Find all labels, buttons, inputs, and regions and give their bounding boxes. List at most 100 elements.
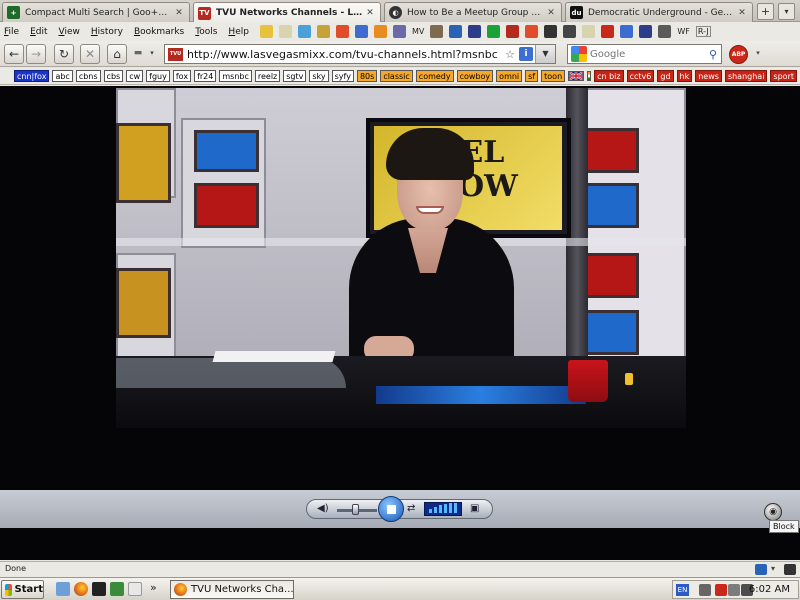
bookmark-icon[interactable] [430,25,444,38]
channel-cn-biz[interactable]: cn biz [594,70,624,82]
bookmark-icon[interactable] [259,25,273,38]
volume-slider-handle[interactable] [352,504,359,515]
app-icon[interactable] [128,582,142,596]
channel-omni[interactable]: omni [496,70,523,82]
bookmark-mv[interactable]: MV [412,27,424,36]
close-icon[interactable]: ✕ [736,7,748,19]
channel-msnbc[interactable]: msnbc [219,70,252,82]
channel-hk[interactable]: hk [676,70,693,82]
channel-reelz[interactable]: reelz [254,70,281,82]
language-indicator[interactable]: EN [676,584,689,596]
menu-tools[interactable]: Tools [195,27,217,37]
fullscreen-icon[interactable]: ▣ [470,503,479,514]
terminal-icon[interactable] [92,582,106,596]
quicklaunch-chevron-icon[interactable]: » [150,581,157,594]
google-icon[interactable] [571,46,587,62]
firefox-icon[interactable] [74,582,88,596]
chevron-down-icon[interactable]: ▾ [752,44,764,64]
channel-classic[interactable]: classic [380,70,413,82]
stop-button[interactable]: ✕ [80,44,100,64]
addon-icon[interactable] [784,564,796,575]
channel-fr24[interactable]: fr24 [194,70,217,82]
taskbar-item-firefox[interactable]: TVU Networks Cha... [170,580,294,599]
reload-button[interactable]: ↻ [54,44,74,64]
channel-cowboy[interactable]: cowboy [456,70,494,82]
channel-abc[interactable]: abc [52,70,73,82]
channel-fguy[interactable]: fguy [146,70,170,82]
url-input[interactable] [187,47,503,61]
new-tab-button[interactable]: + [757,3,774,20]
player-options-button[interactable]: ◉ [764,503,782,521]
search-icon[interactable]: ⚲ [705,48,721,61]
close-icon[interactable]: ✕ [364,7,376,19]
url-bar[interactable]: TVU ☆ i ▼ [164,44,556,64]
search-bar[interactable]: ⚲ [567,44,722,64]
close-icon[interactable]: ✕ [545,7,557,19]
channel-news[interactable]: news [695,70,722,82]
shuffle-icon[interactable]: ⇄ [407,503,415,514]
india-flag-icon[interactable] [587,71,592,81]
url-dropdown-button[interactable]: ▼ [535,45,555,63]
bookmark-icon[interactable] [601,25,615,38]
forward-button[interactable]: → [26,44,46,64]
keyboard-icon[interactable] [699,584,711,596]
minus-icon[interactable]: ▬ [131,44,145,64]
bookmark-icon[interactable] [354,25,368,38]
clock[interactable]: 6:02 AM [749,584,790,595]
bookmark-icon[interactable] [297,25,311,38]
bookmark-rj[interactable]: R-J [695,26,711,37]
network-icon[interactable] [728,584,740,596]
bookmark-icon[interactable] [658,25,672,38]
adblock-button[interactable]: ABP [729,45,748,64]
tvu-icon[interactable] [506,25,520,38]
tab-list-button[interactable]: ▾ [778,3,795,20]
channel-toon[interactable]: toon [541,70,566,82]
channel-sky[interactable]: sky [309,70,329,82]
menu-bookmarks[interactable]: Bookmarks [134,27,184,37]
tab-meetup[interactable]: ◐ How to Be a Meetup Group Organi... ✕ [384,2,562,22]
tray-app-icon[interactable] [715,584,727,596]
search-input[interactable] [590,48,705,60]
stop-button[interactable] [378,496,404,522]
video-player[interactable]: HEL DOW [116,88,686,428]
channel-cbns[interactable]: cbns [75,70,101,82]
block-button[interactable]: Block [769,520,799,533]
uk-flag-icon[interactable] [568,71,585,81]
bookmark-icon[interactable] [487,25,501,38]
app-icon[interactable] [110,582,124,596]
bookmark-icon[interactable] [392,25,406,38]
tab-tvu-networks[interactable]: TV TVU Networks Channels - Liv... ✕ [193,2,381,23]
bookmark-icon[interactable] [449,25,463,38]
channel-syfy[interactable]: syfy [331,70,354,82]
show-desktop-icon[interactable] [56,582,70,596]
channel-sgtv[interactable]: sgtv [283,70,307,82]
back-button[interactable]: ← [4,44,24,64]
channel-shanghai[interactable]: shanghai [724,70,768,82]
home-button[interactable]: ⌂ [107,44,127,64]
tab-compact-multi-search[interactable]: + Compact Multi Search | Goo++ Go... ✕ [2,2,190,22]
bookmark-icon[interactable] [335,25,349,38]
bookmark-star-icon[interactable]: ☆ [503,48,517,61]
menu-view[interactable]: View [59,27,80,37]
channel-fox[interactable]: fox [172,70,192,82]
bookmark-icon[interactable] [563,25,577,38]
bars-icon[interactable] [544,25,558,38]
bookmark-icon[interactable] [278,25,292,38]
bookmark-wf[interactable]: WF [677,27,690,36]
close-icon[interactable]: ✕ [173,7,185,19]
channel-comedy[interactable]: comedy [415,70,454,82]
menu-file[interactable]: File [4,27,19,37]
menu-edit[interactable]: Edit [30,27,47,37]
start-button[interactable]: Start [1,580,44,599]
bookmark-icon[interactable] [582,25,596,38]
menu-history[interactable]: History [91,27,123,37]
chevron-down-icon[interactable]: ▾ [146,44,158,64]
addon-icon[interactable] [755,564,767,575]
bookmark-icon[interactable] [525,25,539,38]
rss-icon[interactable] [373,25,387,38]
bookmark-icon[interactable] [639,25,653,38]
bookmark-icon[interactable] [316,25,330,38]
volume-icon[interactable]: ◀) [317,503,329,514]
channel-sf[interactable]: sf [525,70,539,82]
channel-cnn-fox[interactable]: cnn|fox [14,70,50,82]
